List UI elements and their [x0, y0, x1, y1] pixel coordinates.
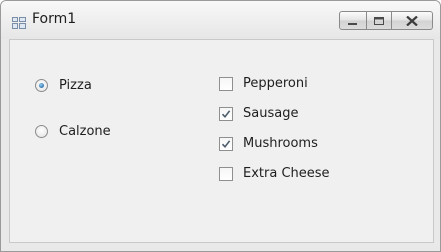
checkmark-icon — [221, 109, 231, 118]
checkbox-icon — [219, 136, 233, 151]
calzone-label: Calzone — [59, 124, 111, 139]
calzone-radio[interactable]: Calzone — [35, 124, 111, 139]
mushrooms-label: Mushrooms — [243, 136, 318, 151]
pizza-radio[interactable]: Pizza — [35, 78, 92, 93]
title-bar[interactable]: Form1 — [1, 1, 440, 39]
radio-button-icon — [35, 79, 48, 92]
caption-buttons — [339, 11, 433, 30]
form-window: Form1 Pizza Calzone Pepperoni Sausage Mu… — [0, 0, 441, 252]
close-button[interactable] — [392, 11, 433, 30]
pepperoni-checkbox[interactable]: Pepperoni — [219, 76, 308, 91]
checkmark-icon — [221, 139, 231, 148]
maximize-icon — [374, 11, 384, 30]
window-title: Form1 — [32, 11, 77, 27]
maximize-button[interactable] — [367, 11, 392, 30]
checkbox-icon — [219, 166, 233, 181]
sausage-label: Sausage — [243, 106, 299, 121]
form-client-area: Pizza Calzone Pepperoni Sausage Mushroom… — [9, 39, 434, 243]
extra-cheese-label: Extra Cheese — [243, 166, 330, 181]
mushrooms-checkbox[interactable]: Mushrooms — [219, 136, 318, 151]
extra-cheese-checkbox[interactable]: Extra Cheese — [219, 166, 330, 181]
radio-selected-dot — [39, 83, 44, 88]
sausage-checkbox[interactable]: Sausage — [219, 106, 298, 121]
pizza-label: Pizza — [59, 78, 92, 93]
checkbox-icon — [219, 76, 233, 91]
radio-button-icon — [35, 125, 48, 138]
minimize-button[interactable] — [339, 11, 367, 30]
checkbox-icon — [219, 106, 233, 121]
minimize-icon — [348, 11, 358, 30]
pepperoni-label: Pepperoni — [243, 76, 308, 91]
close-icon — [406, 11, 418, 30]
form-icon — [12, 14, 26, 29]
